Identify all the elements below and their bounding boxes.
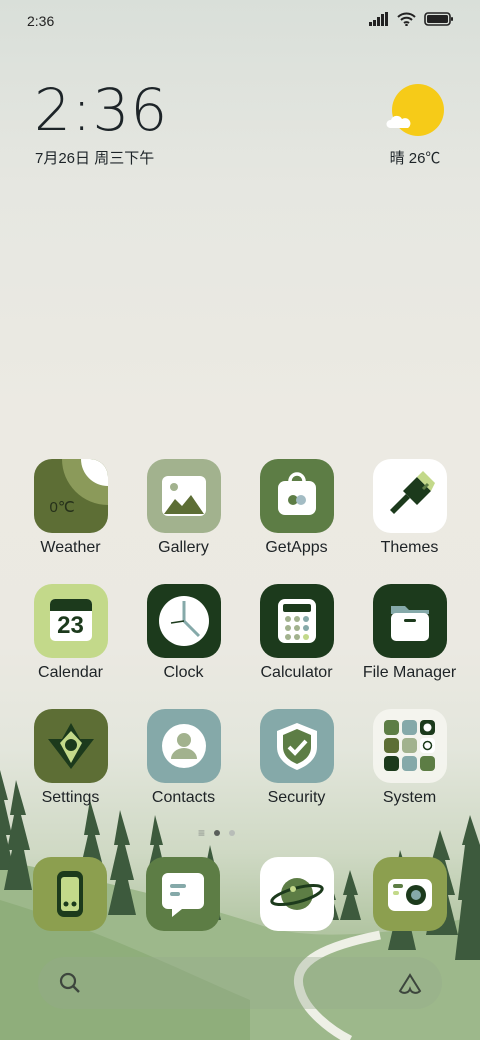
weather-condition-temp: 晴 26℃ [389,150,441,167]
camera-icon [388,879,432,911]
calendar-icon-day: 23 [57,612,84,639]
weather-app-icon: 0℃ [33,459,108,533]
app-label: Weather [40,539,101,556]
app-weather[interactable]: 0℃ Weather [14,459,127,569]
dock-camera[interactable] [373,857,447,931]
app-getapps[interactable]: GetApps [240,459,353,569]
status-bar: 2:36 [0,0,480,40]
signal-icon [369,12,388,26]
page-indicator[interactable]: ≡ [198,826,236,840]
app-label: Gallery [158,539,209,556]
app-label: Calculator [260,664,333,681]
messages-icon [162,873,204,917]
phone-icon [57,871,83,917]
app-calendar[interactable]: 23 Calendar [14,584,127,694]
settings-icon [33,709,108,783]
folder-icon [372,584,447,658]
paintbrush-icon [372,459,447,533]
weather-widget[interactable]: 晴 26℃ [380,82,450,172]
app-themes[interactable]: Themes [353,459,466,569]
gallery-icon [146,459,221,533]
contacts-icon [146,709,221,783]
app-label: Calendar [38,664,103,681]
status-time: 2:36 [27,13,55,29]
app-settings[interactable]: Settings [14,709,127,819]
app-label: File Manager [362,664,457,681]
page-dot-active [214,830,221,836]
battery-icon [424,12,453,26]
app-contacts[interactable]: Contacts [127,709,240,819]
app-calculator[interactable]: Calculator [240,584,353,694]
app-system-folder[interactable]: System [353,709,466,819]
clock-widget-date: 7月26日 周三下午 [35,150,155,167]
app-label: Security [267,789,326,806]
app-label: GetApps [265,539,328,556]
dock-messages[interactable] [146,857,220,931]
shopping-bag-icon [259,459,334,533]
app-gallery[interactable]: Gallery [127,459,240,569]
app-label: Clock [163,664,204,681]
browser-icon [270,878,324,910]
page-dot [229,830,236,836]
calculator-icon [259,584,334,658]
apps-list-icon: ≡ [198,826,206,840]
dock-browser[interactable] [260,857,334,931]
app-clock[interactable]: Clock [127,584,240,694]
shield-icon [259,709,334,783]
search-icon [59,972,80,993]
app-label: Themes [380,539,439,556]
assistant-icon[interactable] [396,971,424,995]
dock-phone[interactable] [33,857,107,931]
cloud-icon [386,115,411,128]
wifi-icon [397,12,416,26]
app-security[interactable]: Security [240,709,353,819]
calendar-icon: 23 [33,584,108,658]
clock-icon [146,584,221,658]
app-file-manager[interactable]: File Manager [353,584,466,694]
app-label: Contacts [151,789,216,806]
search-bar[interactable] [38,957,442,1009]
app-label: System [382,789,437,806]
folder-grid-icon [372,709,447,783]
clock-widget-time[interactable]: 2:36 [34,80,168,140]
app-label: Settings [41,789,100,806]
weather-icon-temp: 0℃ [49,499,75,516]
